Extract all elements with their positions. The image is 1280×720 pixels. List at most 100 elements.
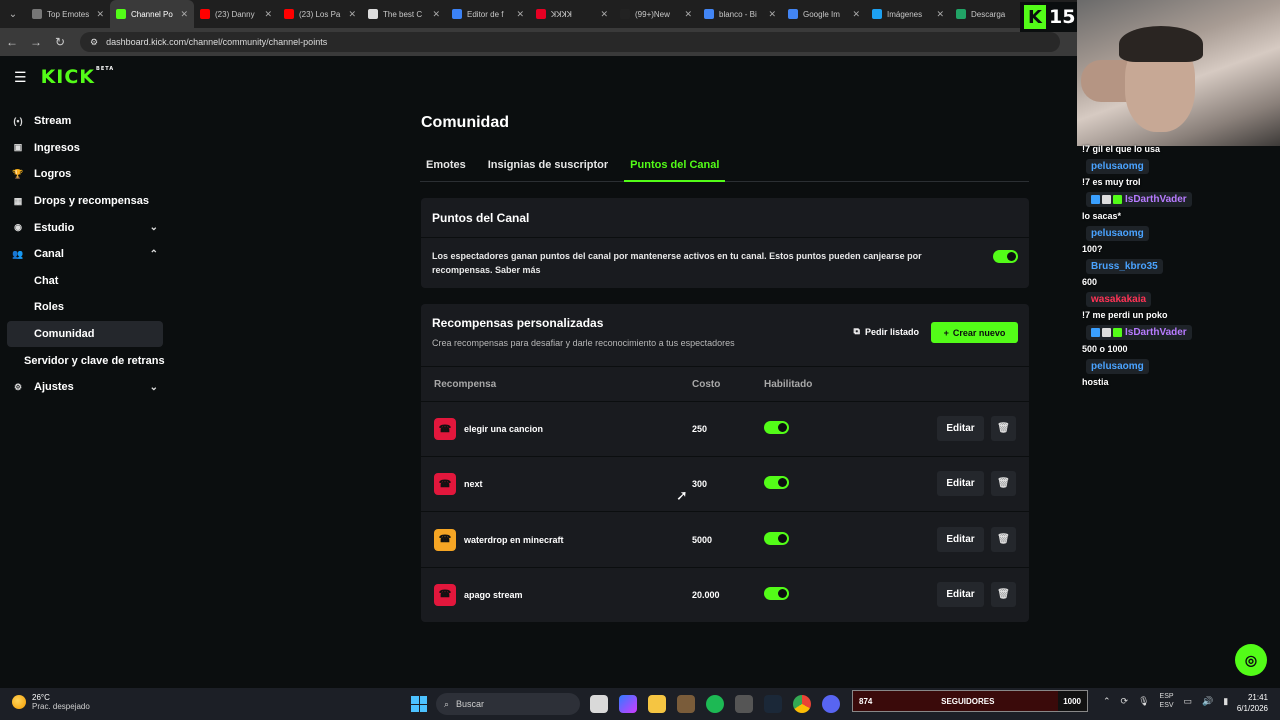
kick-logo[interactable]: KICKBETA <box>41 66 115 88</box>
channel-points-description: Los espectadores ganan puntos del canal … <box>432 251 922 275</box>
sidebar-item-stream[interactable]: (•) Stream <box>0 108 170 135</box>
forward-icon[interactable]: → <box>24 35 48 49</box>
browser-tab[interactable]: Channel Po ✕ <box>110 0 194 28</box>
sidebar-item-drops[interactable]: ▦ Drops y recompensas <box>0 188 170 215</box>
reward-enabled-toggle[interactable] <box>764 476 789 490</box>
table-row: ☎ waterdrop en minecraft 5000 Editar 🗑 <box>421 513 1029 568</box>
close-icon[interactable]: ✕ <box>348 9 356 20</box>
chrome-icon[interactable] <box>793 695 811 713</box>
language-indicator[interactable]: ESP ESV <box>1160 692 1174 710</box>
sidebar: ☰ KICKBETA (•) Stream ▣ Ingresos 🏆 Logros ▦… <box>0 56 170 688</box>
browser-tab[interactable]: ꓘꓘꓘꓘ ✕ <box>530 0 614 28</box>
trash-icon[interactable]: 🗑 <box>991 581 1016 607</box>
obs-icon[interactable] <box>735 695 753 713</box>
chat-entry: pelusaomg <box>1078 223 1280 242</box>
channel-points-toggle[interactable] <box>993 250 1018 263</box>
close-icon[interactable]: ✕ <box>432 9 440 20</box>
tab-search-button[interactable]: ⌄ <box>0 0 26 28</box>
edit-button[interactable]: Editar <box>937 416 984 441</box>
chat-entry: !7 es muy trol <box>1078 175 1280 189</box>
clock[interactable]: 21:41 6/1/2026 <box>1237 692 1268 714</box>
mouse-cursor-icon: ➚ <box>676 487 688 503</box>
browser-tab[interactable]: Top Emotes ✕ <box>26 0 110 28</box>
close-icon[interactable]: ✕ <box>180 9 188 20</box>
browser-tab[interactable]: blanco - Bi ✕ <box>698 0 782 28</box>
spotify-icon[interactable] <box>706 695 724 713</box>
sidebar-header: ☰ KICKBETA <box>0 56 170 98</box>
chat-entry: pelusaomg <box>1078 156 1280 175</box>
copilot-icon[interactable] <box>619 695 637 713</box>
discord-icon[interactable] <box>822 695 840 713</box>
tab-insignias[interactable]: Insignias de suscriptor <box>482 154 614 182</box>
close-icon[interactable]: ✕ <box>852 9 860 20</box>
sidebar-item-estudio[interactable]: ◉ Estudio ⌄ <box>0 214 170 241</box>
close-icon[interactable]: ✕ <box>684 9 692 20</box>
browser-tab[interactable]: Google Im ✕ <box>782 0 866 28</box>
menu-icon[interactable]: ☰ <box>14 69 27 86</box>
reward-enabled-toggle[interactable] <box>764 531 789 545</box>
reload-icon[interactable]: ↻ <box>48 35 72 49</box>
browser-tab[interactable]: Imágenes ✕ <box>866 0 950 28</box>
chat-entry: pelusaomg <box>1078 356 1280 375</box>
volume-icon[interactable]: 🔊 <box>1202 696 1213 707</box>
reward-enabled-toggle[interactable] <box>764 586 789 600</box>
browser-tab[interactable]: The best C ✕ <box>362 0 446 28</box>
tab-emotes[interactable]: Emotes <box>420 154 472 182</box>
edit-button[interactable]: Editar <box>937 526 984 552</box>
trash-icon[interactable]: 🗑 <box>991 416 1016 441</box>
browser-tab[interactable]: (99+)New ✕ <box>614 0 698 28</box>
edit-button[interactable]: Editar <box>937 471 984 497</box>
close-icon[interactable]: ✕ <box>516 9 524 20</box>
close-icon[interactable]: ✕ <box>936 9 944 20</box>
tab-title: Descarga <box>971 9 1006 19</box>
sidebar-item-logros[interactable]: 🏆 Logros <box>0 161 170 188</box>
tab-favicon-icon <box>368 9 378 19</box>
tab-title: Google Im <box>803 9 840 19</box>
tab-puntos-canal[interactable]: Puntos del Canal <box>624 154 726 182</box>
mic-icon[interactable]: 🎙 <box>1138 696 1149 707</box>
taskbar-search[interactable]: ⌕ Buscar <box>436 693 580 715</box>
file-explorer-icon[interactable] <box>648 695 666 713</box>
help-chat-icon[interactable]: ◎ <box>1235 644 1267 676</box>
windows-taskbar: 26°C Prac. despejado ⌕ Buscar 874 SEGUID… <box>0 688 1280 720</box>
sidebar-item-chat[interactable]: Chat <box>0 268 170 295</box>
browser-tab[interactable]: (23) Los Pa ✕ <box>278 0 362 28</box>
windows-start-icon[interactable] <box>411 696 427 712</box>
chat-message: 600 <box>1082 277 1098 287</box>
create-new-button[interactable]: + Crear nuevo <box>931 322 1018 343</box>
battery-icon[interactable]: ▮ <box>1223 696 1228 707</box>
trash-icon[interactable]: 🗑 <box>991 471 1016 497</box>
trophy-icon: 🏆 <box>12 168 24 179</box>
close-icon[interactable]: ✕ <box>96 9 104 20</box>
url-field[interactable]: ⚙ dashboard.kick.com/channel/community/c… <box>80 32 1060 52</box>
sidebar-item-ajustes[interactable]: ⚙ Ajustes ⌄ <box>0 374 170 401</box>
task-view-icon[interactable] <box>590 695 608 713</box>
close-icon[interactable]: ✕ <box>600 9 608 20</box>
sidebar-item-comunidad[interactable]: Comunidad <box>7 320 163 348</box>
sync-icon[interactable]: ⟳ <box>1121 696 1129 707</box>
close-icon[interactable]: ✕ <box>264 9 272 20</box>
reward-cost: 250 <box>692 424 708 434</box>
weather-widget[interactable]: 26°C Prac. despejado <box>12 693 90 711</box>
trash-icon[interactable]: 🗑 <box>991 526 1016 552</box>
browser-tab[interactable]: (23) Danny ✕ <box>194 0 278 28</box>
monitor-icon[interactable]: ▭ <box>1184 696 1193 707</box>
site-info-icon[interactable]: ⚙ <box>90 37 98 48</box>
chevron-up-icon[interactable]: ⌃ <box>1103 696 1111 707</box>
steam-icon[interactable] <box>764 695 782 713</box>
close-icon[interactable]: ✕ <box>768 9 776 20</box>
sidebar-item-servidor[interactable]: Servidor y clave de retrans <box>0 347 170 374</box>
sidebar-item-roles[interactable]: Roles <box>0 294 170 321</box>
app-icon[interactable] <box>677 695 695 713</box>
back-icon[interactable]: ← <box>0 35 24 49</box>
sidebar-item-ingresos[interactable]: ▣ Ingresos <box>0 135 170 162</box>
request-list-button[interactable]: ⧉ Pedir listado <box>854 326 919 337</box>
reward-icon: ☎ <box>434 583 456 606</box>
browser-tab[interactable]: Editor de f ✕ <box>446 0 530 28</box>
chat-entry: !7 me perdi un poko <box>1078 308 1280 322</box>
sidebar-item-canal[interactable]: 👥 Canal ⌃ <box>0 241 170 268</box>
system-tray: ⌃ ⟳ 🎙 ESP ESV ▭ 🔊 ▮ <box>1103 692 1228 710</box>
reward-enabled-toggle[interactable] <box>764 421 789 434</box>
rewards-table-header: Recompensa Costo Habilitado <box>421 366 1029 402</box>
edit-button[interactable]: Editar <box>937 581 984 607</box>
